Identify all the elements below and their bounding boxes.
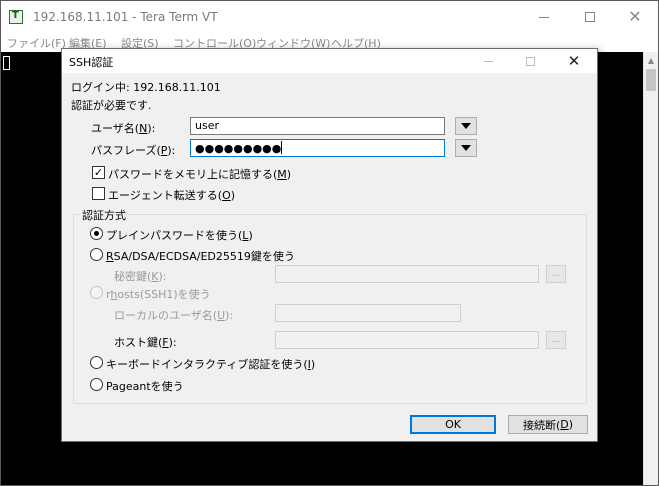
terminal-cursor [3,56,10,70]
agent-forward-checkbox[interactable] [92,187,105,200]
minimize-icon [483,60,493,62]
keyboard-interactive-label[interactable]: キーボードインタラクティブ認証を使う(I) [106,356,315,372]
passphrase-dropdown-button[interactable] [455,139,477,157]
pageant-radio[interactable] [90,378,103,391]
private-key-input[interactable] [275,265,539,283]
private-key-browse-button[interactable]: ... [546,265,566,283]
checkmark-icon: ✓ [93,166,104,179]
rsa-key-label[interactable]: RSA/DSA/ECDSA/ED25519鍵を使う [106,248,295,264]
menu-file[interactable]: ファイル(F) [7,35,66,51]
maximize-icon [585,12,595,22]
auth-required-text: 認証が必要です. [71,99,152,112]
scroll-up-icon[interactable]: ▲ [644,52,658,68]
tera-term-icon [9,10,23,24]
main-titlebar[interactable]: 192.168.11.101 - Tera Term VT ✕ [1,1,658,33]
plain-password-radio[interactable] [90,227,103,240]
close-icon: ✕ [567,51,581,70]
chevron-down-icon [461,145,471,151]
close-icon: ✕ [628,7,642,26]
keyboard-interactive-radio[interactable] [90,356,103,369]
ok-button[interactable]: OK [410,415,496,434]
remember-password-checkbox[interactable]: ✓ [92,166,105,179]
passphrase-input[interactable]: ●●●●●●●●● [190,139,445,157]
chevron-down-icon [461,123,471,129]
text-caret [281,141,283,154]
scroll-thumb[interactable] [646,69,656,91]
main-window-title: 192.168.11.101 - Tera Term VT [33,10,218,24]
username-input[interactable]: user [190,117,445,135]
host-key-browse-button[interactable]: ... [546,331,566,349]
rhosts-radio[interactable] [90,286,103,299]
plain-password-label[interactable]: プレインパスワードを使う(L) [106,227,253,243]
host-key-label: ホスト鍵(F): [114,336,177,349]
host-key-input[interactable] [275,331,539,349]
ssh-auth-dialog: SSH認証 ✕ ログイン中: 192.168.11.101 認証が必要です. ユ… [61,48,598,442]
rsa-key-radio[interactable] [90,248,103,261]
pageant-label[interactable]: Pageantを使う [106,378,184,394]
minimize-icon [539,16,549,18]
vertical-scrollbar[interactable]: ▲ [643,52,658,485]
auth-method-group-title: 認証方式 [80,207,128,223]
dialog-titlebar[interactable]: SSH認証 ✕ [62,49,597,73]
dialog-close-button[interactable]: ✕ [552,49,596,73]
disconnect-button[interactable]: 接続断(D) [508,415,588,434]
dialog-title: SSH認証 [69,56,114,69]
agent-forward-label[interactable]: エージェント転送する(O) [108,187,235,203]
close-button[interactable]: ✕ [612,1,658,33]
local-username-label: ローカルのユーザ名(U): [114,309,234,322]
username-dropdown-button[interactable] [455,117,477,135]
rhosts-label: rhosts(SSH1)を使う [106,288,211,301]
maximize-button[interactable] [567,1,613,33]
private-key-label: 秘密鍵(K): [114,270,167,283]
passphrase-label: パスフレーズ(P): [91,144,176,157]
login-status: ログイン中: 192.168.11.101 [71,81,221,94]
minimize-button[interactable] [521,1,567,33]
local-username-input[interactable] [275,304,461,322]
dialog-maximize-button [508,49,552,73]
maximize-icon [525,56,535,66]
remember-password-label[interactable]: パスワードをメモリ上に記憶する(M) [108,166,291,182]
dialog-minimize-button [466,49,510,73]
username-label: ユーザ名(N): [91,122,156,135]
